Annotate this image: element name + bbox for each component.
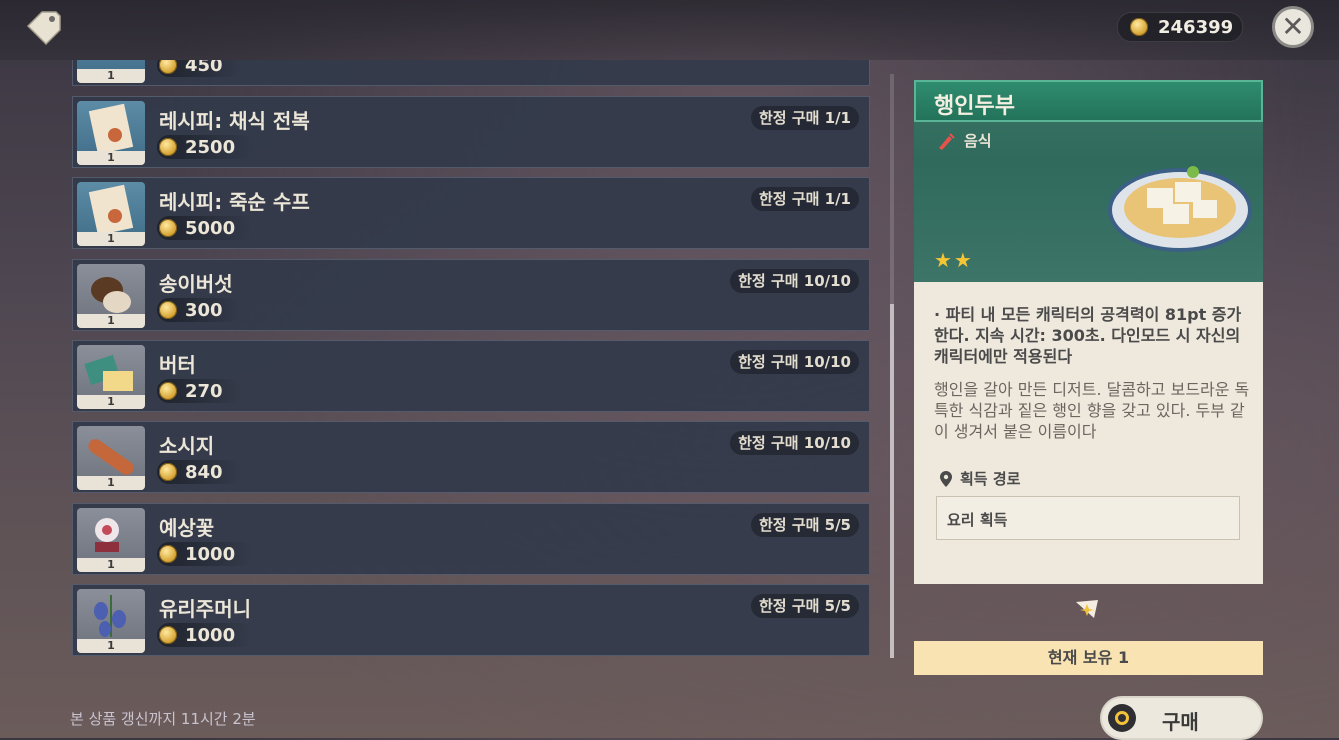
location-pin-icon [940, 470, 952, 487]
purchase-limit-badge: 한정 구매 10/10 [730, 350, 859, 374]
purchase-limit-badge: 한정 구매 1/1 [751, 187, 859, 211]
mora-coin-icon [159, 545, 177, 563]
mora-coin-icon [159, 382, 177, 400]
item-name: 버터 [159, 353, 196, 377]
owned-count: 현재 보유 1 [914, 641, 1263, 675]
flower-icon: 1 [77, 508, 145, 572]
price-value: 5000 [185, 217, 236, 239]
buy-button[interactable]: 구매 [1100, 696, 1263, 740]
list-item[interactable]: 1 예상꽃 1000 한정 구매 5/5 [72, 503, 870, 575]
purchase-limit-badge: 한정 구매 10/10 [730, 269, 859, 293]
list-item[interactable]: 1 레시피: 채식 전복 2500 한정 구매 1/1 [72, 96, 870, 168]
item-price: 840 [157, 460, 241, 484]
scrollbar-thumb[interactable] [890, 304, 894, 658]
currency-display: 246399 [1117, 12, 1243, 42]
mushroom-icon: 1 [77, 264, 145, 328]
buy-label: 구매 [1162, 710, 1199, 734]
mora-coin-icon [159, 138, 177, 156]
item-name: 송이버섯 [159, 272, 233, 296]
list-item[interactable]: 1 450 [72, 60, 870, 86]
item-quantity: 1 [77, 151, 145, 165]
item-quantity: 1 [77, 476, 145, 490]
butter-icon: 1 [77, 345, 145, 409]
item-price: 1000 [157, 623, 254, 647]
purchase-limit-badge: 한정 구매 1/1 [751, 106, 859, 130]
almond-tofu-image [1108, 166, 1252, 252]
price-value: 270 [185, 380, 223, 402]
source-value: 요리 획득 [947, 511, 1008, 529]
item-name: 유리주머니 [159, 597, 251, 621]
item-detail-panel: 행인두부 음식 ★★ · 파티 내 모든 캐릭터의 공격력이 81pt 증가한다… [914, 80, 1263, 584]
mora-coin-icon [159, 219, 177, 237]
purchase-limit-badge: 한정 구매 10/10 [730, 431, 859, 455]
list-item[interactable]: 1 버터 270 한정 구매 10/10 [72, 340, 870, 412]
purchase-limit-badge: 한정 구매 5/5 [751, 513, 859, 537]
item-quantity: 1 [77, 232, 145, 246]
item-list[interactable]: 1 450 1 레시피: 채식 전복 2500 한정 구매 1/1 1 레시피:… [72, 60, 872, 658]
list-item[interactable]: 1 레시피: 죽순 수프 5000 한정 구매 1/1 [72, 177, 870, 249]
bellflower-icon: 1 [77, 589, 145, 653]
price-value: 1000 [185, 624, 236, 646]
item-quantity: 1 [77, 639, 145, 653]
close-icon: ✕ [1281, 10, 1305, 43]
item-price: 270 [157, 379, 241, 403]
refresh-timer-note: 본 상품 갱신까지 11시간 2분 [70, 710, 256, 728]
list-item[interactable]: 1 유리주머니 1000 한정 구매 5/5 [72, 584, 870, 656]
food-category-icon [939, 132, 955, 150]
list-scrollbar[interactable] [890, 74, 894, 658]
price-value: 1000 [185, 543, 236, 565]
sparkle-icon [1076, 600, 1098, 618]
item-price: 2500 [157, 135, 254, 159]
mora-coin-icon [159, 301, 177, 319]
price-value: 840 [185, 461, 223, 483]
mora-coin-icon [159, 60, 177, 74]
mora-coin-icon [1130, 18, 1148, 36]
buy-icon [1108, 704, 1136, 732]
source-label: 획득 경로 [960, 470, 1021, 488]
recipe-icon: 1 [77, 182, 145, 246]
recipe-icon: 1 [77, 60, 145, 83]
price-tag-icon [26, 11, 61, 46]
item-quantity: 1 [77, 558, 145, 572]
item-name: 소시지 [159, 434, 215, 458]
price-value: 300 [185, 299, 223, 321]
item-price: 1000 [157, 542, 254, 566]
detail-header: 행인두부 음식 ★★ [914, 80, 1263, 282]
recipe-icon: 1 [77, 101, 145, 165]
item-name: 레시피: 죽순 수프 [159, 190, 310, 214]
sausage-icon: 1 [77, 426, 145, 490]
item-category: 음식 [936, 130, 992, 151]
price-value: 2500 [185, 136, 236, 158]
item-name: 예상꽃 [159, 516, 215, 540]
mora-coin-icon [159, 626, 177, 644]
price-value: 450 [185, 60, 223, 76]
list-item[interactable]: 1 소시지 840 한정 구매 10/10 [72, 421, 870, 493]
mora-coin-icon [159, 463, 177, 481]
purchase-limit-badge: 한정 구매 5/5 [751, 594, 859, 618]
item-price: 450 [157, 60, 241, 77]
top-bar: 246399 ✕ [0, 0, 1339, 60]
item-description: 행인을 갈아 만든 디저트. 달콤하고 보드라운 독특한 식감과 짙은 행인 향… [934, 380, 1250, 441]
detail-title: 행인두부 [934, 94, 1015, 119]
item-price: 300 [157, 298, 241, 322]
item-name: 레시피: 채식 전복 [159, 109, 310, 133]
item-price: 5000 [157, 216, 254, 240]
source-heading: 획득 경로 [940, 468, 1020, 489]
item-quantity: 1 [77, 395, 145, 409]
detail-title-bar: 행인두부 [914, 80, 1263, 122]
item-quantity: 1 [77, 69, 145, 83]
item-effect-text: · 파티 내 모든 캐릭터의 공격력이 81pt 증가한다. 지속 시간: 30… [934, 305, 1242, 366]
category-label: 음식 [964, 132, 992, 150]
item-quantity: 1 [77, 314, 145, 328]
source-entry[interactable]: 요리 획득 [936, 496, 1240, 540]
detail-body: · 파티 내 모든 캐릭터의 공격력이 81pt 증가한다. 지속 시간: 30… [914, 282, 1263, 584]
close-button[interactable]: ✕ [1272, 6, 1314, 48]
list-item[interactable]: 1 송이버섯 300 한정 구매 10/10 [72, 259, 870, 331]
rarity-stars: ★★ [934, 248, 974, 272]
currency-amount: 246399 [1158, 16, 1234, 38]
